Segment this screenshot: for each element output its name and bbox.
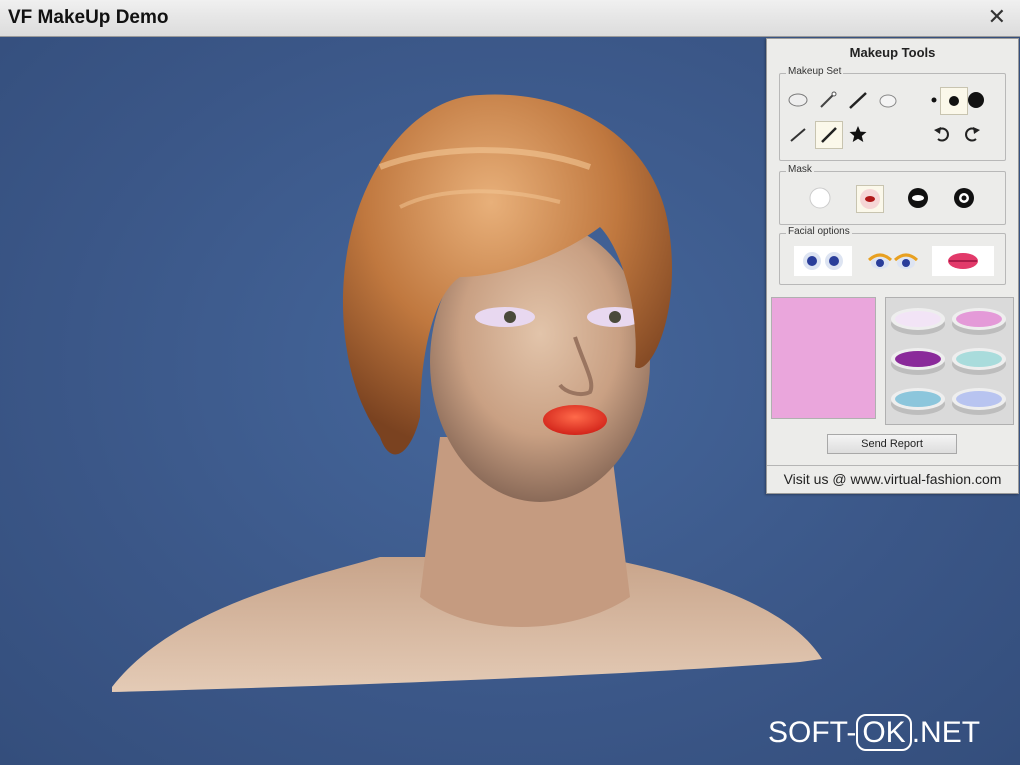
star-icon[interactable]	[846, 122, 870, 146]
watermark-boxed: OK	[856, 714, 912, 751]
ring-mask-icon[interactable]	[906, 186, 930, 210]
large-dot-icon[interactable]	[964, 88, 988, 112]
color-pot-1[interactable]	[889, 304, 947, 336]
eyes-option-icon[interactable]	[794, 246, 852, 276]
brush-icon[interactable]	[816, 88, 840, 112]
title-bar: VF MakeUp Demo ✕	[0, 0, 1020, 37]
lips-mask-icon[interactable]	[856, 185, 884, 213]
facial-options-group: Facial options	[779, 226, 1006, 285]
mask-group: Mask	[779, 164, 1006, 225]
watermark-prefix: SOFT-	[768, 716, 857, 749]
panel-title: Makeup Tools	[849, 45, 936, 60]
undo-icon[interactable]	[930, 122, 954, 146]
makeup-set-label: Makeup Set	[786, 66, 844, 77]
makeup-set-group: Makeup Set	[779, 66, 1006, 161]
redo-icon[interactable]	[960, 122, 984, 146]
send-report-button[interactable]: Send Report	[827, 434, 957, 454]
blank-mask-icon[interactable]	[808, 186, 832, 210]
color-pot-2[interactable]	[950, 304, 1008, 336]
pencil-icon[interactable]	[846, 88, 870, 112]
close-icon[interactable]: ✕	[988, 5, 1006, 29]
liner-brush-icon[interactable]	[815, 121, 843, 149]
makeup-tools-panel: Makeup Tools Makeup Set Mask Facial opti…	[766, 38, 1019, 494]
sponge-icon[interactable]	[786, 88, 810, 112]
facial-options-label: Facial options	[786, 226, 852, 237]
color-pot-3[interactable]	[889, 344, 947, 376]
website-link[interactable]: Visit us @ www.virtual-fashion.com	[767, 465, 1018, 493]
watermark-suffix: .NET	[911, 716, 981, 749]
mask-label: Mask	[786, 164, 814, 175]
eraser-icon[interactable]	[876, 88, 900, 112]
color-pot-6[interactable]	[950, 384, 1008, 416]
thin-brush-icon[interactable]	[786, 122, 810, 146]
eye-mask-icon[interactable]	[952, 186, 976, 210]
watermark: SOFT- OK .NET	[768, 714, 981, 751]
color-preview	[771, 297, 876, 419]
color-palette	[885, 297, 1014, 425]
color-pot-5[interactable]	[889, 384, 947, 416]
window-title: VF MakeUp Demo	[8, 7, 169, 28]
lips-option-icon[interactable]	[932, 246, 994, 276]
color-pot-4[interactable]	[950, 344, 1008, 376]
eyeshadow-option-icon[interactable]	[864, 246, 922, 276]
